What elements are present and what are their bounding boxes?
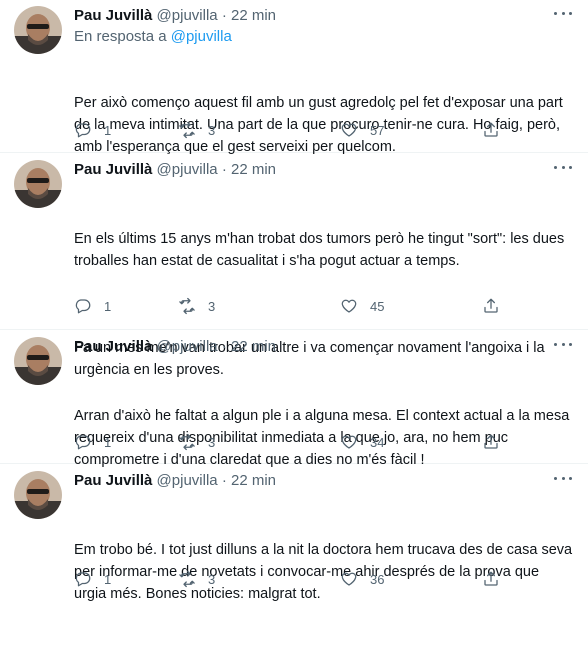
avatar[interactable] [14,337,62,385]
reply-icon [75,435,91,450]
like-count: 57 [370,122,385,138]
avatar[interactable] [14,6,62,54]
author-handle[interactable]: @pjuvilla [157,338,218,355]
tweet-header: Pau Juvillà @pjuvilla · 22 min [74,337,574,357]
separator: · [221,472,227,489]
retweet-icon [179,570,195,588]
retweet-icon [179,433,195,451]
tweet-header: Pau Juvillà @pjuvilla · 22 min [74,471,574,491]
retweet-count: 3 [208,298,216,314]
reply-button[interactable]: 1 [74,570,111,588]
like-count: 45 [370,298,385,314]
reply-count: 1 [104,571,112,587]
action-bar: 1 3 36 [74,570,574,590]
share-button[interactable] [482,433,500,451]
retweet-button[interactable]: 3 [178,121,215,139]
share-button[interactable] [482,570,500,588]
author-handle[interactable]: @pjuvilla [157,472,218,489]
tweet[interactable]: Pau Juvillà @pjuvilla · 22 min En respos… [0,0,588,155]
avatar-image [14,160,62,208]
share-icon [484,434,498,449]
heart-icon [341,299,357,313]
avatar[interactable] [14,471,62,519]
share-icon [484,122,498,137]
share-icon [484,571,498,586]
reply-count: 1 [104,122,112,138]
reply-icon [75,572,91,587]
retweet-button[interactable]: 3 [178,433,215,451]
retweet-button[interactable]: 3 [178,570,215,588]
timestamp[interactable]: 22 min [231,472,276,489]
avatar[interactable] [14,160,62,208]
like-button[interactable]: 45 [340,297,384,315]
retweet-icon [179,121,195,139]
reply-icon [75,123,91,138]
reply-icon [75,299,91,314]
retweet-icon [179,297,195,315]
more-icon[interactable] [552,335,574,353]
share-icon [484,298,498,313]
action-bar: 1 3 34 [74,433,574,453]
share-button[interactable] [482,297,500,315]
avatar-image [14,6,62,54]
heart-icon [341,572,357,586]
like-count: 36 [370,571,385,587]
author-name[interactable]: Pau Juvillà [74,338,152,355]
tweet[interactable]: Pau Juvillà @pjuvilla · 22 min Arran d'a… [0,331,588,468]
retweet-count: 3 [208,571,216,587]
avatar-image [14,471,62,519]
more-icon[interactable] [552,4,574,22]
like-button[interactable]: 36 [340,570,384,588]
avatar-image [14,337,62,385]
separator: · [221,161,227,178]
author-handle[interactable]: @pjuvilla [157,161,218,178]
author-name[interactable]: Pau Juvillà [74,472,152,489]
reply-to-link[interactable]: @pjuvilla [171,28,232,45]
action-bar: 1 3 45 [74,297,574,317]
author-name[interactable]: Pau Juvillà [74,161,152,178]
separator: · [221,338,227,355]
reply-prefix: En resposta a [74,28,167,45]
tweet-header: Pau Juvillà @pjuvilla · 22 min [74,6,574,26]
like-button[interactable]: 34 [340,433,384,451]
tweet[interactable]: Pau Juvillà @pjuvilla · 22 min En els úl… [0,154,588,378]
reply-button[interactable]: 1 [74,433,111,451]
reply-context: En resposta a @pjuvilla [74,27,232,47]
reply-count: 1 [104,298,112,314]
timestamp[interactable]: 22 min [231,7,276,24]
more-icon[interactable] [552,158,574,176]
retweet-count: 3 [208,434,216,450]
more-icon[interactable] [552,469,574,487]
share-button[interactable] [482,121,500,139]
timestamp[interactable]: 22 min [231,161,276,178]
reply-button[interactable]: 1 [74,121,111,139]
heart-icon [341,123,357,137]
tweet[interactable]: Pau Juvillà @pjuvilla · 22 min Em trobo … [0,465,588,602]
timestamp[interactable]: 22 min [231,338,276,355]
reply-button[interactable]: 1 [74,297,111,315]
like-count: 34 [370,434,385,450]
reply-count: 1 [104,434,112,450]
heart-icon [341,435,357,449]
tweet-header: Pau Juvillà @pjuvilla · 22 min [74,160,574,180]
action-bar: 1 3 57 [74,121,574,141]
separator: · [221,7,227,24]
retweet-count: 3 [208,122,216,138]
like-button[interactable]: 57 [340,121,384,139]
author-handle[interactable]: @pjuvilla [157,7,218,24]
tweet-paragraph: En els últims 15 anys m'han trobat dos t… [74,231,569,269]
author-name[interactable]: Pau Juvillà [74,7,152,24]
retweet-button[interactable]: 3 [178,297,215,315]
